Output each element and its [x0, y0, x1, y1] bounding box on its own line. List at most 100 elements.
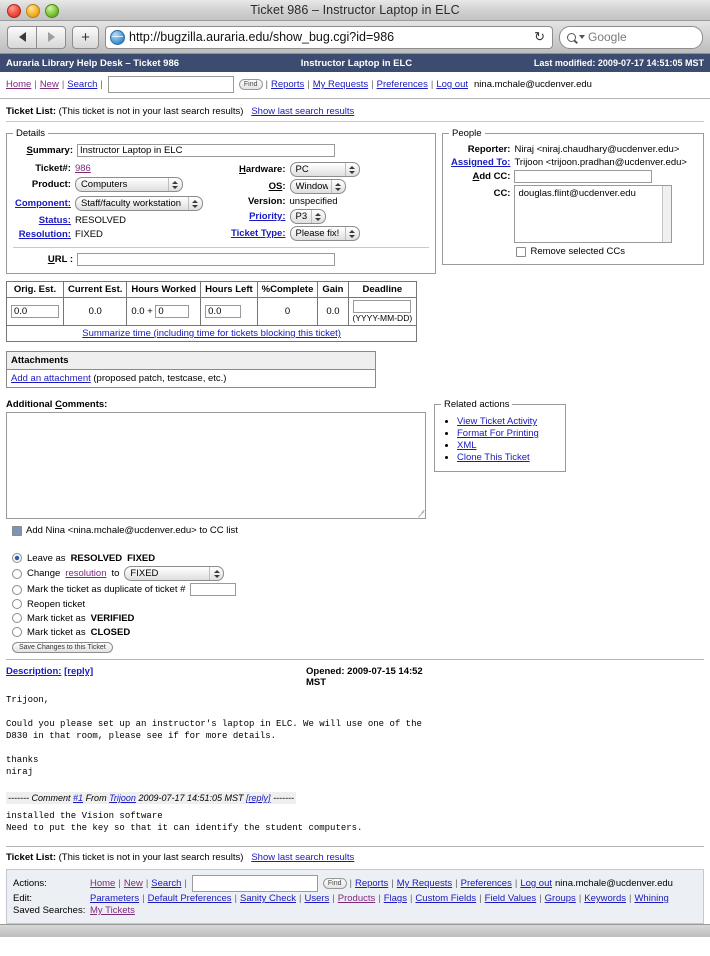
chevron-down-icon[interactable] [579, 35, 585, 39]
ticket-number-link[interactable]: 986 [75, 163, 91, 174]
footer-default-preferences-link[interactable]: Default Preferences [148, 893, 232, 904]
list-item[interactable]: XML [457, 440, 559, 451]
add-self-cc-row[interactable]: Add Nina <nina.mchale@ucdenver.edu> to C… [12, 525, 704, 536]
footer-keywords-link[interactable]: Keywords [584, 893, 626, 904]
url-input[interactable] [77, 253, 335, 266]
description-reply-link[interactable]: [reply] [64, 666, 93, 677]
description-link[interactable]: Description: [6, 666, 61, 677]
footer-reports-link[interactable]: Reports [355, 878, 388, 889]
orig-est-input[interactable] [11, 305, 59, 318]
reload-icon[interactable]: ↻ [531, 29, 548, 45]
comment-number-link[interactable]: #1 [73, 793, 83, 803]
nav-search-link[interactable]: Search [67, 79, 97, 90]
add-tab-button[interactable]: + [72, 25, 99, 49]
status-option-duplicate[interactable]: Mark the ticket as duplicate of ticket # [12, 583, 704, 596]
address-bar[interactable]: http://bugzilla.auraria.edu/show_bug.cgi… [105, 25, 553, 49]
summary-input[interactable] [77, 144, 335, 157]
additional-comments-textarea[interactable] [6, 412, 426, 519]
add-attachment-link[interactable]: Add an attachment [11, 373, 91, 384]
footer-logout-link[interactable]: Log out [520, 878, 552, 889]
cc-list[interactable]: douglas.flint@ucdenver.edu [514, 185, 673, 243]
component-label-link[interactable]: Component: [15, 198, 71, 209]
browser-search-field[interactable]: Google [559, 25, 703, 49]
footer-preferences-link[interactable]: Preferences [461, 878, 512, 889]
close-button[interactable] [7, 4, 21, 18]
leave-radio[interactable] [12, 553, 22, 563]
footer-sanity-check-link[interactable]: Sanity Check [240, 893, 296, 904]
forward-button[interactable] [36, 25, 66, 49]
bottom-show-last-search-results-link[interactable]: Show last search results [251, 852, 354, 863]
nav-home-link[interactable]: Home [6, 79, 31, 90]
footer-custom-fields-link[interactable]: Custom Fields [415, 893, 476, 904]
closed-radio[interactable] [12, 627, 22, 637]
status-option-closed[interactable]: Mark ticket as CLOSED [12, 626, 704, 638]
status-label-link[interactable]: Status: [39, 215, 71, 226]
footer-home-link[interactable]: Home [90, 878, 115, 889]
duplicate-radio[interactable] [12, 584, 22, 595]
resize-grip-icon[interactable] [417, 510, 424, 517]
deadline-input[interactable] [352, 300, 411, 313]
cc-list-scrollbar[interactable] [662, 186, 672, 242]
comment-reply-link[interactable]: [reply] [246, 793, 271, 803]
os-select[interactable]: Windows [289, 179, 346, 194]
hardware-select[interactable]: PC [289, 162, 360, 177]
remove-cc-row[interactable]: Remove selected CCs [516, 246, 687, 257]
minimize-button[interactable] [26, 4, 40, 18]
status-option-leave[interactable]: Leave as RESOLVED FIXED [12, 552, 704, 564]
change-resolution-radio[interactable] [12, 568, 22, 579]
comment-author-link[interactable]: Trijoon [109, 793, 136, 803]
reopen-radio[interactable] [12, 599, 22, 609]
hours-worked-input[interactable] [155, 305, 190, 318]
add-self-cc-checkbox[interactable] [12, 525, 22, 536]
footer-my-tickets-link[interactable]: My Tickets [90, 905, 135, 916]
assigned-to-label-link[interactable]: Assigned To: [451, 157, 510, 168]
nav-reports-link[interactable]: Reports [271, 79, 304, 90]
clone-this-ticket-link[interactable]: Clone This Ticket [457, 452, 530, 463]
window-controls[interactable] [7, 4, 59, 18]
summarize-time-link[interactable]: Summarize time (including time for ticke… [82, 328, 341, 339]
duplicate-ticket-input[interactable] [190, 583, 237, 596]
ticket-type-label-link[interactable]: Ticket Type: [231, 228, 286, 239]
cc-list-item[interactable]: douglas.flint@ucdenver.edu [518, 188, 668, 199]
remove-cc-checkbox[interactable] [516, 246, 527, 257]
nav-logout-link[interactable]: Log out [436, 79, 468, 90]
footer-find-button[interactable]: Find [322, 878, 347, 889]
zoom-button[interactable] [45, 4, 59, 18]
format-for-printing-link[interactable]: Format For Printing [457, 428, 539, 439]
product-select[interactable]: Computers [74, 177, 183, 193]
status-option-verified[interactable]: Mark ticket as VERIFIED [12, 612, 704, 624]
nav-new-link[interactable]: New [40, 79, 59, 90]
footer-groups-link[interactable]: Groups [545, 893, 576, 904]
verified-radio[interactable] [12, 613, 22, 623]
footer-flags-link[interactable]: Flags [384, 893, 407, 904]
navigation-buttons[interactable] [7, 25, 66, 49]
footer-search-link[interactable]: Search [151, 878, 181, 889]
nav-preferences-link[interactable]: Preferences [377, 79, 428, 90]
xml-link[interactable]: XML [457, 440, 477, 451]
resolution-label-link[interactable]: Resolution: [19, 229, 71, 240]
resolution-select[interactable]: FIXED [124, 566, 225, 581]
footer-products-link[interactable]: Products [338, 893, 376, 904]
resolution-link[interactable]: resolution [65, 568, 106, 579]
status-option-reopen[interactable]: Reopen ticket [12, 598, 704, 610]
priority-select[interactable]: P3 [289, 209, 326, 224]
find-button[interactable]: Find [238, 79, 263, 90]
footer-quick-search-input[interactable] [191, 875, 318, 892]
footer-new-link[interactable]: New [124, 878, 143, 889]
footer-users-link[interactable]: Users [304, 893, 329, 904]
component-select[interactable]: Staff/faculty workstation [74, 196, 203, 212]
footer-my-requests-link[interactable]: My Requests [397, 878, 452, 889]
add-cc-input[interactable] [514, 170, 653, 183]
nav-my-requests-link[interactable]: My Requests [313, 79, 368, 90]
quick-search-input[interactable] [107, 76, 234, 93]
footer-whining-link[interactable]: Whining [634, 893, 668, 904]
footer-parameters-link[interactable]: Parameters [90, 893, 139, 904]
back-button[interactable] [7, 25, 36, 49]
list-item[interactable]: View Ticket Activity [457, 416, 559, 427]
hours-left-input[interactable] [205, 305, 242, 318]
status-option-change[interactable]: Change resolution to FIXED [12, 566, 704, 581]
list-item[interactable]: Clone This Ticket [457, 452, 559, 463]
priority-label-link[interactable]: Priority: [249, 211, 285, 222]
footer-field-values-link[interactable]: Field Values [485, 893, 537, 904]
list-item[interactable]: Format For Printing [457, 428, 559, 439]
